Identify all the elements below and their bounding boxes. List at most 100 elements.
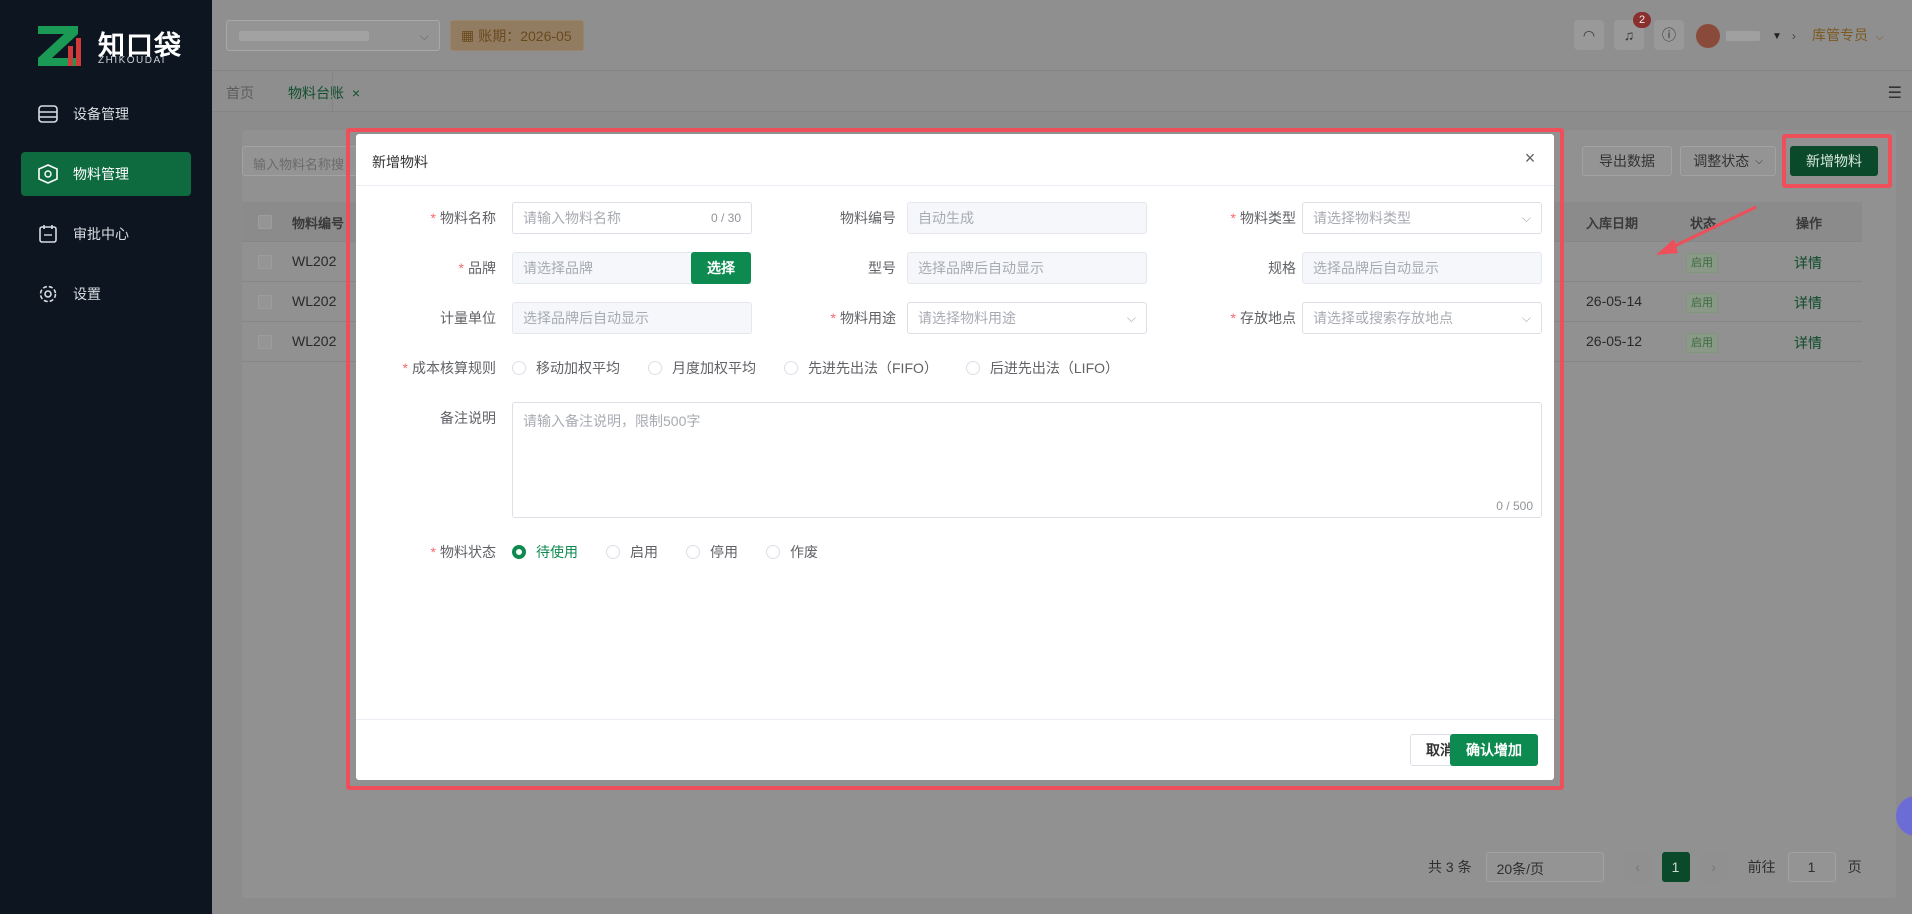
- sidebar-item-label: 物料管理: [73, 166, 129, 182]
- user-name-blurred: [1726, 31, 1760, 41]
- column-header-action: 操作: [1796, 216, 1823, 231]
- dialog-title: 新增物料: [372, 154, 428, 170]
- usage-select[interactable]: 请选择物料用途 ⌵: [907, 302, 1147, 334]
- material-code-input: 自动生成: [907, 202, 1147, 234]
- close-icon[interactable]: ×: [1518, 146, 1542, 170]
- field-label-name: * 物料名称: [430, 210, 496, 226]
- detail-link[interactable]: 详情: [1794, 293, 1822, 313]
- user-menu[interactable]: ▼ ›: [1696, 21, 1796, 51]
- char-counter: 0 / 500: [1496, 499, 1533, 513]
- goto-label: 前往: [1747, 859, 1776, 875]
- cost-rule-option[interactable]: 移动加权平均: [512, 358, 620, 378]
- radio-circle: [512, 361, 526, 375]
- material-code: WL202: [292, 333, 337, 349]
- detail-link[interactable]: 详情: [1794, 333, 1822, 353]
- tab-close-icon[interactable]: ×: [352, 85, 360, 101]
- status-radio-group: 待使用 启用 停用 作废: [512, 536, 846, 568]
- org-name-blurred: [239, 31, 369, 41]
- material-name-input[interactable]: 请输入物料名称 0 / 30: [512, 202, 752, 234]
- radio-circle: [766, 545, 780, 559]
- page-size-select[interactable]: 20条/页: [1485, 852, 1604, 882]
- headset-icon[interactable]: ◠: [1574, 20, 1604, 50]
- field-label-status: * 物料状态: [430, 544, 496, 560]
- radio-circle: [606, 545, 620, 559]
- sidebar-item-settings[interactable]: 设置: [21, 272, 191, 316]
- radio-circle: [784, 361, 798, 375]
- status-option[interactable]: 启用: [606, 542, 658, 562]
- page-size-value: 20条/页: [1496, 861, 1545, 877]
- status-option-selected[interactable]: 待使用: [512, 542, 578, 562]
- notification-badge: 2: [1633, 12, 1651, 28]
- cost-rule-option[interactable]: 后进先出法（LIFO）: [965, 358, 1119, 378]
- radio-circle: [512, 545, 526, 559]
- model-input: 选择品牌后自动显示: [907, 252, 1147, 284]
- tab-material-ledger[interactable]: 物料台账 ×: [288, 83, 360, 103]
- confirm-add-button[interactable]: 确认增加: [1450, 734, 1538, 766]
- approval-icon: [39, 225, 57, 243]
- chevron-down-icon: ⌵: [1521, 311, 1531, 325]
- field-label-spec: 规格: [1268, 260, 1296, 276]
- cost-rule-option[interactable]: 月度加权平均: [648, 358, 756, 378]
- sidebar-item-approval[interactable]: 审批中心: [21, 212, 191, 256]
- detail-link[interactable]: 详情: [1794, 253, 1822, 273]
- page-button[interactable]: 1: [1661, 852, 1690, 882]
- sidebar: 知口袋 ZHIKOUDAI 设备管理 物料管理 审批中心 设置: [0, 0, 212, 914]
- location-placeholder: 请选择或搜索存放地点: [1313, 310, 1453, 326]
- tab-home[interactable]: 首页: [226, 83, 254, 103]
- radio-circle: [648, 361, 662, 375]
- choose-brand-button[interactable]: 选择: [691, 252, 751, 284]
- period-label: 账期：2026-05: [478, 27, 572, 44]
- logo: 知口袋 ZHIKOUDAI: [38, 22, 188, 70]
- usage-placeholder: 请选择物料用途: [918, 310, 1016, 326]
- brand-sub: ZHIKOUDAI: [98, 55, 166, 66]
- tab-divider: [332, 71, 333, 112]
- location-select[interactable]: 请选择或搜索存放地点 ⌵: [1302, 302, 1542, 334]
- menu-list-icon[interactable]: ☰: [1888, 83, 1902, 103]
- export-button[interactable]: 导出数据: [1582, 146, 1672, 176]
- row-checkbox[interactable]: [258, 295, 272, 309]
- column-header-date: 入库日期: [1586, 216, 1639, 231]
- page-tabs: 首页 物料台账 × ☰: [212, 70, 1912, 112]
- role-select[interactable]: 库管专员 ⌵: [1812, 25, 1883, 45]
- info-icon[interactable]: ⓘ: [1654, 20, 1684, 50]
- role-label: 库管专员: [1812, 27, 1868, 43]
- material-name-placeholder: 请输入物料名称: [523, 210, 621, 226]
- sidebar-item-device[interactable]: 设备管理: [21, 92, 191, 136]
- chevron-down-icon: ⌵: [1875, 32, 1884, 43]
- calendar-icon: ▦: [461, 27, 475, 43]
- status-option[interactable]: 停用: [686, 542, 738, 562]
- material-code: WL202: [292, 293, 337, 309]
- logo-mark-icon: [38, 26, 81, 66]
- cost-rule-radio-group: 移动加权平均 月度加权平均 先进先出法（FIFO） 后进先出法（LIFO）: [512, 352, 1147, 384]
- remark-textarea[interactable]: 请输入备注说明，限制500字 0 / 500: [512, 402, 1542, 518]
- row-checkbox[interactable]: [258, 255, 272, 269]
- field-label-unit: 计量单位: [440, 310, 496, 326]
- cost-rule-option[interactable]: 先进先出法（FIFO）: [784, 358, 938, 378]
- row-checkbox[interactable]: [258, 335, 272, 349]
- brand-input: 请选择品牌: [512, 252, 694, 284]
- chevron-down-icon: ⌵: [1521, 211, 1531, 225]
- sidebar-item-material[interactable]: 物料管理: [21, 152, 191, 196]
- adjust-status-button[interactable]: 调整状态 ⌵: [1680, 146, 1776, 176]
- chevron-right-icon: ›: [1791, 29, 1796, 43]
- select-all-checkbox[interactable]: [258, 215, 272, 229]
- field-label-cost-rule: * 成本核算规则: [402, 360, 496, 376]
- field-label-type: * 物料类型: [1230, 210, 1296, 226]
- remark-placeholder: 请输入备注说明，限制500字: [523, 413, 701, 429]
- field-label-location: * 存放地点: [1230, 310, 1296, 326]
- org-select[interactable]: ⌵: [226, 20, 440, 51]
- prev-page-button[interactable]: ‹: [1623, 852, 1652, 882]
- material-type-select[interactable]: 请选择物料类型 ⌵: [1302, 202, 1542, 234]
- dialog-footer: 取消 确认增加: [356, 720, 1554, 780]
- next-page-button[interactable]: ›: [1699, 852, 1728, 882]
- goto-page-input[interactable]: 1: [1787, 852, 1836, 882]
- unit-input: 选择品牌后自动显示: [512, 302, 752, 334]
- add-button-highlight-frame: [1782, 134, 1892, 188]
- status-badge: 启用: [1686, 333, 1718, 353]
- radio-circle: [686, 545, 700, 559]
- status-option[interactable]: 作废: [766, 542, 818, 562]
- annotation-arrow-icon: [1656, 205, 1757, 255]
- field-label-usage: * 物料用途: [830, 310, 896, 326]
- spec-input: 选择品牌后自动显示: [1302, 252, 1542, 284]
- sidebar-item-label: 审批中心: [73, 226, 129, 242]
